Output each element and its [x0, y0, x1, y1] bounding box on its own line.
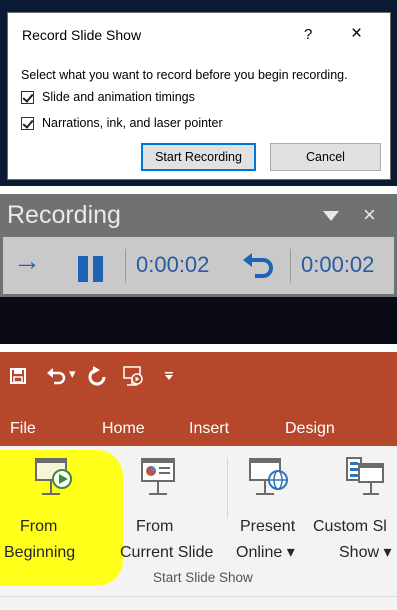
command-label: Present — [240, 518, 296, 535]
undo-icon[interactable] — [46, 367, 66, 385]
close-button[interactable]: × — [351, 23, 362, 45]
option-label: Narrations, ink, and laser pointer — [42, 116, 223, 130]
tab-design[interactable]: Design — [285, 420, 335, 438]
custom-slide-show-button[interactable]: Custom Sl Show ▾ — [310, 454, 397, 574]
tab-file[interactable]: File — [10, 420, 36, 438]
recording-title: Recording — [7, 201, 121, 229]
recording-title-bar: Recording × — [3, 197, 394, 237]
next-arrow-icon[interactable]: → — [13, 245, 41, 277]
cancel-button[interactable]: Cancel — [270, 143, 381, 171]
from-current-slide-button[interactable]: From Current Slide — [120, 454, 222, 574]
command-label: Custom Sl — [313, 518, 387, 535]
ribbon-panel: ▾ File Home Insert Design From Beginning… — [0, 352, 397, 610]
help-button[interactable]: ? — [304, 26, 312, 43]
checkbox-narrations[interactable] — [21, 116, 34, 130]
divider — [0, 596, 397, 597]
group-label: Start Slide Show — [153, 570, 253, 585]
command-label: Online ▾ — [236, 544, 295, 561]
record-dialog-panel: Record Slide Show ? × Select what you wa… — [0, 0, 397, 186]
start-from-beginning-icon[interactable] — [122, 365, 144, 387]
record-slide-show-dialog: Record Slide Show ? × Select what you wa… — [7, 12, 391, 180]
custom-slide-show-icon — [346, 457, 384, 495]
recording-toolbar-panel: Recording × → 0:00:02 0:00:02 — [0, 194, 397, 344]
divider — [125, 249, 126, 283]
close-icon[interactable]: × — [363, 202, 376, 228]
tab-insert[interactable]: Insert — [189, 420, 229, 438]
checkbox-slide-timings[interactable] — [21, 90, 34, 104]
present-online-button[interactable]: Present Online ▾ — [230, 454, 310, 574]
undo-dropdown-icon[interactable]: ▾ — [69, 366, 76, 382]
divider — [227, 458, 228, 518]
from-current-slide-icon — [141, 458, 175, 495]
command-label: Show ▾ — [339, 544, 392, 561]
pause-icon[interactable] — [78, 256, 104, 282]
command-label: From — [20, 518, 58, 535]
recording-controls: → 0:00:02 0:00:02 — [3, 237, 394, 294]
repeat-icon[interactable] — [241, 251, 275, 279]
option-narrations[interactable]: Narrations, ink, and laser pointer — [21, 116, 223, 130]
tab-home[interactable]: Home — [102, 420, 145, 438]
ribbon-tabs: File Home Insert Design — [0, 410, 397, 444]
slide-time: 0:00:02 — [136, 252, 210, 277]
redo-icon[interactable] — [88, 366, 106, 386]
command-label: Beginning — [4, 544, 76, 561]
command-label: Current Slide — [120, 544, 214, 561]
start-recording-button[interactable]: Start Recording — [141, 143, 256, 171]
from-beginning-button[interactable]: From Beginning — [0, 454, 122, 574]
ribbon-body: From Beginning From Current Slide Presen… — [0, 446, 397, 610]
customize-qat-icon[interactable] — [164, 371, 174, 381]
from-beginning-icon — [35, 458, 72, 495]
dropdown-icon[interactable] — [323, 211, 339, 221]
quick-access-toolbar: ▾ — [0, 352, 397, 400]
save-icon[interactable] — [10, 368, 26, 384]
dialog-instruction: Select what you want to record before yo… — [21, 68, 348, 82]
recording-toolbar: Recording × → 0:00:02 0:00:02 — [0, 194, 397, 297]
divider — [290, 249, 291, 283]
total-time: 0:00:02 — [301, 252, 375, 277]
option-slide-timings[interactable]: Slide and animation timings — [21, 90, 195, 104]
present-online-icon — [249, 458, 288, 495]
command-label: From — [136, 518, 174, 535]
ribbon-header: ▾ File Home Insert Design — [0, 352, 397, 446]
option-label: Slide and animation timings — [42, 90, 195, 104]
dialog-title: Record Slide Show — [22, 27, 142, 43]
